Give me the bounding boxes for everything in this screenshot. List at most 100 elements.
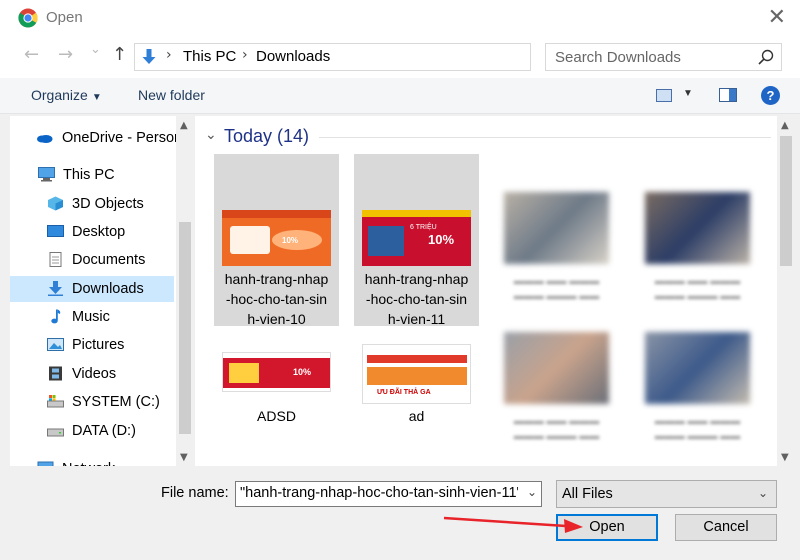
system-drive-icon	[47, 395, 64, 408]
search-placeholder: Search Downloads	[555, 49, 681, 66]
search-icon[interactable]	[757, 48, 775, 66]
breadcrumb-this-pc[interactable]: This PC	[183, 48, 236, 65]
music-icon	[51, 309, 61, 324]
sidebar-item-system-drive[interactable]: SYSTEM (C:)	[10, 389, 174, 415]
search-box[interactable]: Search Downloads	[545, 43, 782, 71]
sidebar-item-desktop[interactable]: Desktop	[10, 219, 174, 245]
file-item-hanh-trang-10[interactable]: 10% hanh-trang-nhap -hoc-cho-tan-sin h-v…	[214, 154, 339, 329]
sidebar-item-videos[interactable]: Videos	[10, 361, 174, 387]
file-name-label: hanh-trang-nhap -hoc-cho-tan-sin h-vien-…	[218, 269, 335, 329]
3d-objects-icon	[48, 196, 63, 211]
file-name-field[interactable]: "hanh-trang-nhap-hoc-cho-tan-sinh-vien-1…	[235, 481, 542, 507]
sidebar-item-label: Documents	[72, 252, 146, 268]
data-drive-icon	[47, 428, 64, 437]
file-item-blurred[interactable]: ▬▬▬ ▬▬ ▬▬▬ ▬▬▬ ▬▬▬ ▬▬	[635, 186, 760, 326]
group-header[interactable]: Today (14)	[224, 126, 309, 147]
thumb-text: 10%	[428, 232, 455, 247]
sidebar-item-network[interactable]: Network	[10, 456, 174, 466]
address-bar[interactable]: › This PC › Downloads ⌄ ↻	[134, 43, 655, 71]
sidebar-item-music[interactable]: Music	[10, 304, 174, 330]
file-name-dropdown-icon[interactable]: ⌄	[527, 485, 537, 499]
new-folder-button[interactable]: New folder	[138, 87, 205, 103]
sidebar-item-label: This PC	[63, 167, 115, 183]
sidebar-item-pictures[interactable]: Pictures	[10, 332, 174, 358]
file-name-line: hanh-trang-nhap	[224, 271, 329, 287]
scroll-up-arrow-icon[interactable]: ▲	[781, 120, 789, 131]
file-item-ad[interactable]: ƯU ĐÃI THẢ GA ad	[354, 340, 479, 450]
thumb-text: 10%	[293, 367, 312, 377]
sidebar-item-onedrive[interactable]: OneDrive - Person	[10, 125, 176, 151]
group-collapse-icon[interactable]: ⌄	[205, 127, 217, 143]
file-thumbnail: ƯU ĐÃI THẢ GA	[362, 344, 471, 404]
file-list-scrollbar[interactable]: ▲ ▼	[777, 116, 795, 466]
sidebar-item-label: DATA (D:)	[72, 423, 136, 439]
file-name-label: ADSD	[257, 408, 296, 424]
file-item-blurred[interactable]: ▬▬▬ ▬▬ ▬▬▬ ▬▬▬ ▬▬▬ ▬▬	[635, 326, 760, 466]
forward-button[interactable]: →	[58, 44, 73, 65]
file-type-select[interactable]: All Files ⌄	[556, 480, 777, 508]
scroll-down-arrow-icon[interactable]: ▼	[180, 452, 188, 463]
scroll-down-arrow-icon[interactable]: ▼	[781, 452, 789, 463]
sidebar-item-documents[interactable]: Documents	[10, 247, 174, 273]
scroll-up-arrow-icon[interactable]: ▲	[180, 120, 188, 131]
file-item-adsd[interactable]: 10% ADSD	[214, 340, 339, 450]
sidebar-item-label: Pictures	[72, 337, 125, 353]
sidebar-item-label: OneDrive - Person	[62, 130, 176, 146]
thumb-text: ƯU ĐÃI THẢ GA	[377, 389, 431, 396]
file-name-label: ▬▬▬ ▬▬ ▬▬▬ ▬▬▬ ▬▬▬ ▬▬	[513, 276, 600, 302]
file-name-label: ▬▬▬ ▬▬ ▬▬▬ ▬▬▬ ▬▬▬ ▬▬	[654, 416, 741, 442]
back-button[interactable]: ←	[24, 44, 39, 65]
file-name-label: File name:	[161, 485, 229, 501]
sidebar-item-label: Music	[72, 309, 110, 325]
change-view-icon[interactable]	[656, 89, 672, 102]
file-item-blurred[interactable]: ▬▬▬ ▬▬ ▬▬▬ ▬▬▬ ▬▬▬ ▬▬	[494, 186, 619, 326]
navigation-bar: ← → ⌄ ↑ › This PC › Downloads ⌄ ↻ Search…	[0, 36, 800, 78]
file-name-value: "hanh-trang-nhap-hoc-cho-tan-sinh-vien-1…	[240, 485, 518, 501]
scrollbar-thumb[interactable]	[780, 136, 792, 266]
file-name-line: hanh-trang-nhap	[364, 271, 469, 287]
sidebar-item-label: SYSTEM (C:)	[72, 394, 160, 410]
file-name-label: hanh-trang-nhap -hoc-cho-tan-sin h-vien-…	[358, 269, 475, 329]
sidebar-item-label: Downloads	[72, 281, 144, 297]
file-thumbnail	[504, 192, 609, 264]
this-pc-icon	[38, 167, 55, 182]
sidebar-item-data-drive[interactable]: DATA (D:)	[10, 418, 174, 444]
sidebar-item-label: Network	[62, 456, 115, 466]
command-toolbar: Organize ▼ New folder ▼ ?	[0, 78, 800, 114]
videos-icon	[49, 366, 62, 381]
file-thumbnail	[645, 192, 750, 264]
dialog-footer: File name: "hanh-trang-nhap-hoc-cho-tan-…	[0, 466, 800, 560]
title-bar: Open ✕	[0, 0, 800, 36]
breadcrumb-downloads[interactable]: Downloads	[256, 48, 330, 65]
close-button[interactable]: ✕	[768, 5, 786, 30]
sidebar-item-label: 3D Objects	[72, 196, 144, 212]
download-arrow-icon	[142, 49, 156, 64]
documents-icon	[49, 252, 62, 267]
sidebar-item-3d-objects[interactable]: 3D Objects	[10, 191, 174, 217]
organize-button[interactable]: Organize ▼	[31, 87, 102, 103]
breadcrumb-separator: ›	[242, 47, 248, 63]
file-type-dropdown-icon[interactable]: ⌄	[758, 486, 768, 500]
file-item-hanh-trang-11[interactable]: 6 TRIỆU 10% hanh-trang-nhap -hoc-cho-tan…	[354, 154, 479, 329]
file-name-label: ▬▬▬ ▬▬ ▬▬▬ ▬▬▬ ▬▬▬ ▬▬	[513, 416, 600, 442]
sidebar-item-this-pc[interactable]: This PC	[10, 162, 174, 188]
help-icon[interactable]: ?	[761, 86, 780, 105]
recent-locations-button[interactable]: ⌄	[90, 42, 101, 57]
file-thumbnail: 10%	[222, 210, 331, 266]
sidebar-item-label: Videos	[72, 366, 117, 382]
preview-pane-icon[interactable]	[719, 88, 737, 102]
file-item-blurred[interactable]: ▬▬▬ ▬▬ ▬▬▬ ▬▬▬ ▬▬▬ ▬▬	[494, 326, 619, 466]
file-name-line: h-vien-11	[387, 311, 446, 327]
file-list: ⌄ Today (14) 10% hanh-trang-nhap -hoc-ch…	[195, 116, 777, 466]
open-button[interactable]: Open	[556, 514, 658, 541]
cancel-button[interactable]: Cancel	[675, 514, 777, 541]
up-button[interactable]: ↑	[112, 44, 127, 65]
sidebar-item-label: Desktop	[72, 224, 126, 240]
file-type-value: All Files	[562, 486, 613, 502]
navigation-pane-scrollbar[interactable]: ▲ ▼	[176, 116, 194, 466]
thumb-text: 10%	[282, 236, 299, 245]
sidebar-item-downloads[interactable]: Downloads	[10, 276, 174, 302]
breadcrumb-separator: ›	[166, 47, 172, 63]
scrollbar-thumb[interactable]	[179, 222, 191, 434]
view-options-caret-icon[interactable]: ▼	[683, 88, 693, 99]
